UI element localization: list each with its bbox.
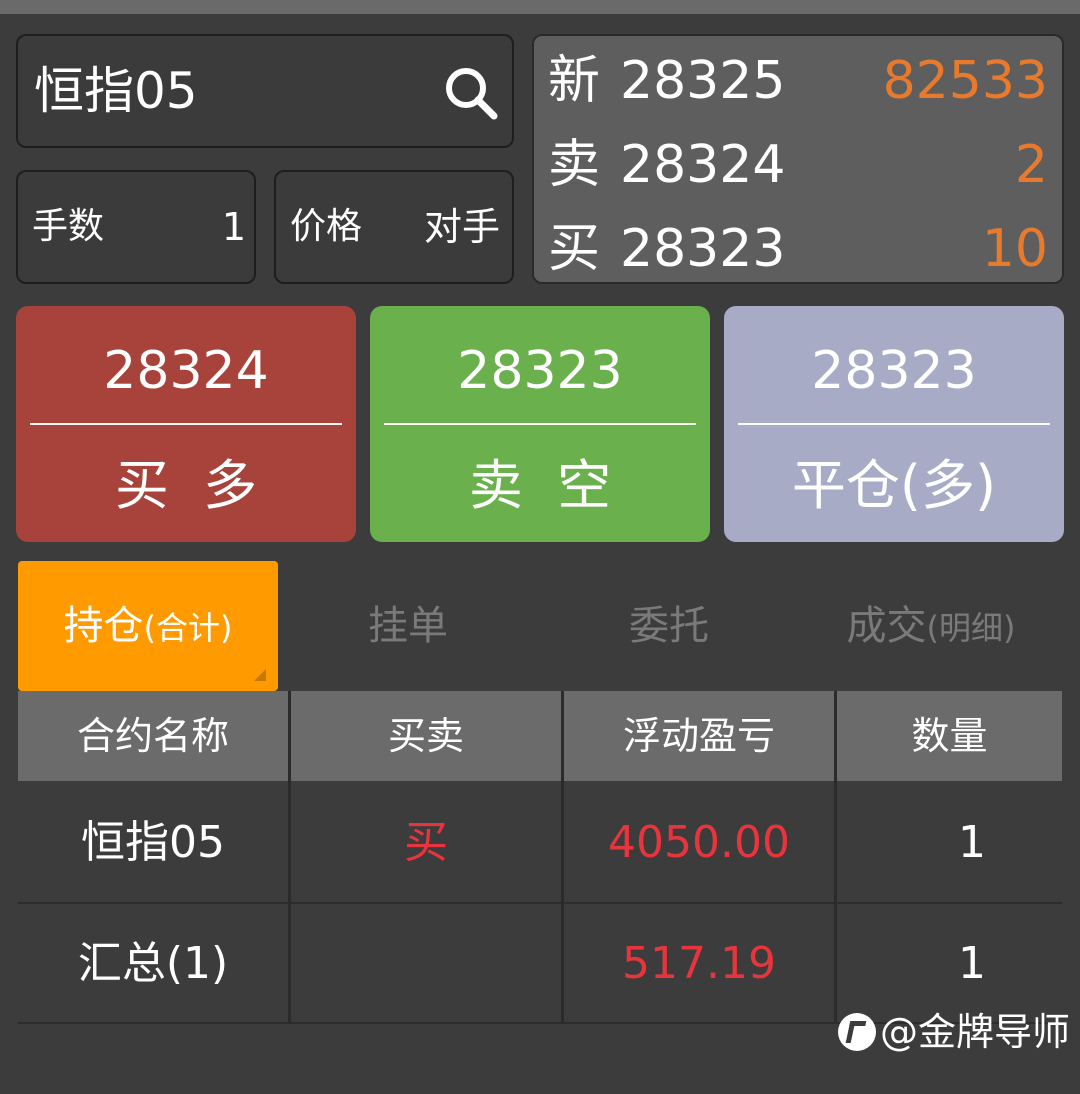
quote-last-price: 28325 bbox=[620, 51, 786, 111]
quote-ask-label: 卖 bbox=[548, 135, 601, 195]
sell-short-price: 28323 bbox=[457, 341, 623, 401]
row1-floating-pnl[interactable]: 4050.00 bbox=[564, 783, 834, 903]
row1-contract[interactable]: 恒指05 bbox=[18, 783, 288, 903]
lots-value: 1 bbox=[221, 205, 246, 249]
price-type-value: 对手 bbox=[423, 205, 500, 249]
lots-label: 手数 bbox=[32, 206, 105, 247]
search-icon[interactable] bbox=[442, 64, 500, 122]
divider bbox=[384, 423, 696, 425]
quote-ask-volume: 2 bbox=[1014, 135, 1048, 195]
price-field[interactable]: 价格 对手 bbox=[274, 170, 514, 284]
sell-short-button[interactable]: 28323 卖 空 bbox=[370, 306, 710, 542]
header-quantity[interactable]: 数量 bbox=[837, 691, 1062, 781]
header-direction[interactable]: 买卖 bbox=[291, 691, 561, 781]
corner-indicator-icon bbox=[254, 669, 266, 681]
row1-quantity[interactable]: 1 bbox=[837, 783, 1080, 903]
header-floating-pnl[interactable]: 浮动盈亏 bbox=[564, 691, 834, 781]
row2-contract[interactable]: 汇总(1) bbox=[18, 904, 288, 1024]
tab-positions-label: 持仓 bbox=[63, 603, 144, 649]
divider bbox=[30, 423, 342, 425]
lots-field[interactable]: 手数 1 bbox=[16, 170, 256, 284]
watermark-text: @金牌导师 bbox=[879, 1010, 1070, 1054]
top-status-bar bbox=[0, 0, 1080, 14]
contract-search-box[interactable]: 恒指05 bbox=[16, 34, 514, 148]
close-long-label: 平仓(多) bbox=[791, 454, 997, 517]
divider bbox=[738, 423, 1050, 425]
row2-direction[interactable] bbox=[291, 904, 561, 1024]
tab-trades[interactable]: 成交(明细) bbox=[800, 561, 1062, 691]
tab-positions[interactable]: 持仓(合计) bbox=[18, 561, 278, 691]
weibo-logo-icon bbox=[837, 1013, 876, 1051]
quote-bid-volume: 10 bbox=[981, 219, 1048, 279]
price-label: 价格 bbox=[290, 206, 363, 247]
contract-search-value: 恒指05 bbox=[34, 62, 198, 120]
tab-orders[interactable]: 委托 bbox=[538, 561, 800, 691]
quote-last-label: 新 bbox=[548, 51, 601, 111]
quote-bid-label: 买 bbox=[548, 219, 601, 279]
row1-direction[interactable]: 买 bbox=[291, 783, 561, 903]
close-long-button[interactable]: 28323 平仓(多) bbox=[724, 306, 1064, 542]
quote-row-bid: 买 28323 10 bbox=[534, 208, 1062, 292]
buy-long-button[interactable]: 28324 买 多 bbox=[16, 306, 356, 542]
quote-panel: 新 28325 82533 卖 28324 2 买 28323 10 bbox=[532, 34, 1064, 284]
quote-row-last: 新 28325 82533 bbox=[534, 40, 1062, 124]
row2-quantity[interactable]: 1 bbox=[837, 904, 1080, 1024]
column-divider bbox=[288, 691, 291, 1023]
buy-long-label: 买 多 bbox=[114, 454, 258, 517]
header-contract-name[interactable]: 合约名称 bbox=[18, 691, 288, 781]
quote-ask-price: 28324 bbox=[620, 135, 786, 195]
quote-row-ask: 卖 28324 2 bbox=[534, 124, 1062, 208]
tab-trades-sub: (明细) bbox=[926, 609, 1016, 647]
column-divider bbox=[561, 691, 564, 1023]
tab-positions-sub: (合计) bbox=[143, 609, 233, 647]
tab-orders-label: 委托 bbox=[629, 603, 709, 649]
row2-floating-pnl[interactable]: 517.19 bbox=[564, 904, 834, 1024]
tab-trades-label: 成交 bbox=[846, 603, 927, 649]
buy-long-price: 28324 bbox=[103, 341, 269, 401]
column-divider bbox=[834, 691, 837, 1023]
watermark: @金牌导师 bbox=[837, 1010, 1070, 1054]
tab-pending-orders[interactable]: 挂单 bbox=[278, 561, 538, 691]
close-long-price: 28323 bbox=[811, 341, 977, 401]
sell-short-label: 卖 空 bbox=[468, 454, 612, 517]
tab-pending-orders-label: 挂单 bbox=[368, 603, 448, 649]
quote-bid-price: 28323 bbox=[620, 219, 786, 279]
quote-last-volume: 82533 bbox=[882, 51, 1048, 111]
